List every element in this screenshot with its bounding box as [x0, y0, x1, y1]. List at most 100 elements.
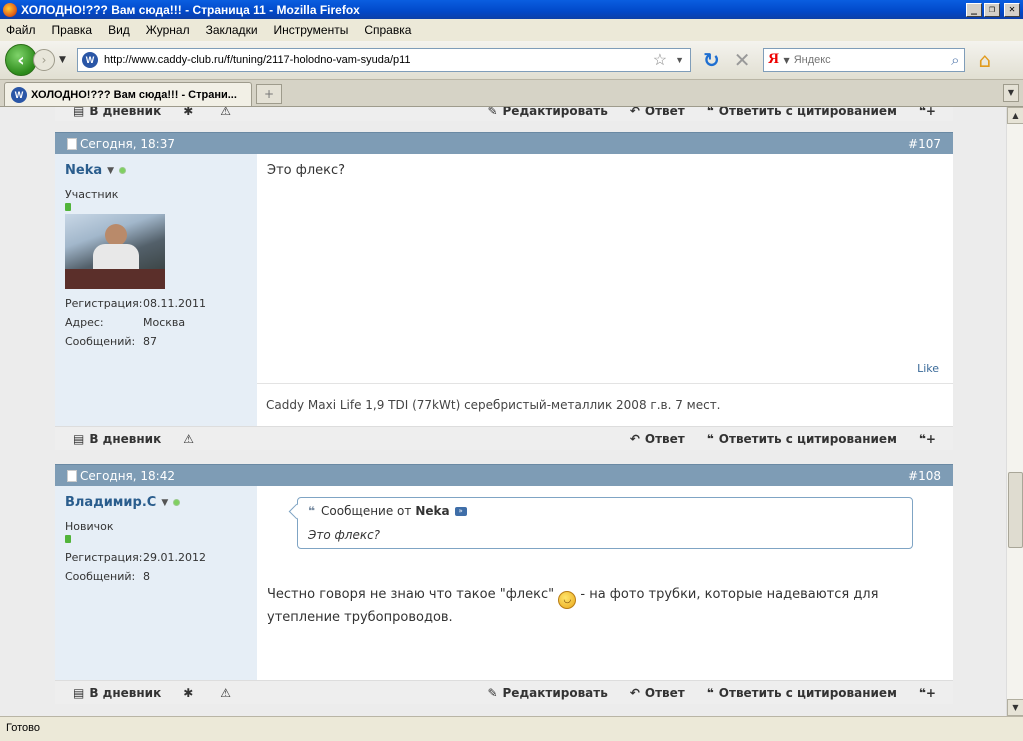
- star-button[interactable]: ✱: [183, 686, 198, 700]
- post-body: Neka ▼ Участник Регистрация: 08.11.2011 …: [55, 154, 953, 426]
- pencil-icon: ✎: [487, 685, 498, 700]
- history-dropdown-icon[interactable]: ▼: [59, 55, 71, 65]
- menu-file[interactable]: Файл: [6, 23, 36, 37]
- reload-icon[interactable]: ↻: [703, 48, 720, 72]
- messages-count: 87: [143, 335, 157, 348]
- tab-bar: W ХОЛОДНО!??? Вам сюда!!! - Страни... + …: [0, 80, 1023, 107]
- status-text: Готово: [6, 722, 40, 734]
- quote-reply-button[interactable]: ❝ Ответить с цитированием: [707, 686, 897, 700]
- messages-label: Сообщений:: [65, 570, 136, 583]
- home-icon[interactable]: ⌂: [979, 48, 992, 72]
- smiley-icon: ◡: [558, 591, 577, 609]
- post-number-link[interactable]: #108: [908, 469, 941, 483]
- username-link[interactable]: Владимир.С ▼: [65, 495, 247, 510]
- edit-button[interactable]: ✎ Редактировать: [487, 107, 607, 118]
- post-content-column: Это флекс? Like Caddy Maxi Life 1,9 TDI …: [257, 154, 953, 426]
- edit-button[interactable]: ✎ Редактировать: [487, 686, 607, 700]
- page-viewport: ▤ В дневник ✱ ⚠ ✎ Редактировать ↶ Ответ ❝ От…: [0, 107, 1006, 716]
- address-row: Адрес: Москва: [65, 316, 247, 329]
- reply-button[interactable]: ↶ Ответ: [630, 432, 685, 446]
- user-title: Новичок: [65, 520, 114, 533]
- like-link[interactable]: Like: [917, 362, 939, 375]
- search-engine-dropdown-icon[interactable]: ▼: [784, 56, 790, 65]
- quote-reply-button[interactable]: ❝ Ответить с цитированием: [707, 432, 897, 446]
- search-input[interactable]: [793, 54, 952, 66]
- report-button[interactable]: ⚠: [183, 432, 199, 446]
- quote-bubble-icon: ❝: [706, 431, 714, 446]
- star-button[interactable]: ✱: [183, 107, 198, 118]
- menu-history[interactable]: Журнал: [146, 23, 190, 37]
- post-date: Сегодня, 18:37: [80, 136, 175, 151]
- quote-box: ❝ Сообщение от Neka » Это флекс?: [297, 497, 913, 549]
- post-text-part1: Честно говоря не знаю что такое "флекс": [267, 587, 555, 602]
- minimize-button[interactable]: _: [966, 2, 982, 17]
- post-content: Это флекс? Like: [257, 154, 953, 383]
- menu-edit[interactable]: Правка: [52, 23, 93, 37]
- quote-reply-button[interactable]: ❝ Ответить с цитированием: [707, 107, 897, 118]
- user-menu-dropdown-icon[interactable]: ▼: [161, 498, 168, 508]
- report-button[interactable]: ⚠: [220, 686, 236, 700]
- restore-button[interactable]: ❐: [984, 2, 1000, 17]
- reputation-icon: [65, 203, 71, 211]
- scroll-down-icon[interactable]: ▼: [1007, 699, 1023, 716]
- registration-label: Регистрация:: [65, 551, 143, 564]
- reply-button[interactable]: ↶ Ответ: [630, 686, 685, 700]
- menu-view[interactable]: Вид: [108, 23, 130, 37]
- username-link[interactable]: Neka ▼: [65, 163, 247, 178]
- post-doc-icon: [67, 469, 77, 482]
- diary-icon: ▤: [73, 685, 85, 700]
- quote-bubble-icon: ❝: [706, 685, 714, 700]
- post-doc-icon: [67, 137, 77, 150]
- menu-help[interactable]: Справка: [364, 23, 411, 37]
- url-bar[interactable]: W http://www.caddy-club.ru/f/tuning/2117…: [77, 48, 691, 72]
- reply-button[interactable]: ↶ Ответ: [630, 107, 685, 118]
- registration-date: 08.11.2011: [143, 297, 206, 310]
- tab-list-dropdown-icon[interactable]: ▼: [1003, 84, 1019, 102]
- bookmark-star-icon[interactable]: ☆: [653, 50, 667, 70]
- forward-button[interactable]: ›: [33, 49, 55, 71]
- post-date: Сегодня, 18:42: [80, 468, 175, 483]
- window-title-bar: ХОЛОДНО!??? Вам сюда!!! - Страница 11 - …: [0, 0, 1023, 19]
- menu-bookmarks[interactable]: Закладки: [206, 23, 258, 37]
- vertical-scrollbar[interactable]: ▲ ▼: [1006, 107, 1023, 716]
- post-header: Сегодня, 18:42 #108: [55, 464, 953, 486]
- post-signature: Caddy Maxi Life 1,9 TDI (77kWt) серебрис…: [257, 383, 953, 426]
- post-content: ❝ Сообщение от Neka » Это флекс? Честно …: [257, 486, 953, 680]
- warning-icon: ⚠: [220, 685, 232, 700]
- new-tab-button[interactable]: +: [256, 84, 282, 104]
- reply-arrow-icon: ↶: [629, 685, 640, 700]
- url-dropdown-icon[interactable]: ▼: [675, 55, 684, 65]
- multiquote-button[interactable]: ❝+: [919, 686, 941, 700]
- diary-button[interactable]: ▤ В дневник: [73, 686, 161, 700]
- yandex-icon[interactable]: Я: [764, 51, 784, 69]
- diary-icon: ▤: [73, 107, 85, 118]
- scroll-thumb[interactable]: [1008, 472, 1023, 548]
- reply-arrow-icon: ↶: [629, 431, 640, 446]
- tab-active[interactable]: W ХОЛОДНО!??? Вам сюда!!! - Страни...: [4, 82, 252, 106]
- username-text: Владимир.С: [65, 495, 157, 510]
- scroll-up-icon[interactable]: ▲: [1007, 107, 1023, 124]
- user-avatar[interactable]: [65, 214, 165, 289]
- post-number-link[interactable]: #107: [908, 137, 941, 151]
- diary-button[interactable]: ▤ В дневник: [73, 107, 161, 118]
- search-magnifier-icon[interactable]: ⌕: [951, 51, 959, 69]
- quote-author: Neka: [415, 504, 450, 518]
- stop-icon[interactable]: ✕: [734, 48, 751, 72]
- multiquote-button[interactable]: ❝+: [919, 107, 941, 118]
- view-post-icon[interactable]: »: [454, 506, 467, 516]
- user-menu-dropdown-icon[interactable]: ▼: [107, 166, 114, 176]
- quote-text: Это флекс?: [308, 528, 381, 542]
- url-text[interactable]: http://www.caddy-club.ru/f/tuning/2117-h…: [104, 54, 653, 66]
- multiquote-icon: ❝+: [918, 107, 936, 118]
- registration-row: Регистрация: 29.01.2012: [65, 551, 247, 564]
- search-bar[interactable]: Я ▼ ⌕: [762, 48, 965, 72]
- post-107: Сегодня, 18:37 #107 Neka ▼ Участник Реги…: [55, 132, 953, 450]
- post-header: Сегодня, 18:37 #107: [55, 132, 953, 154]
- username-text: Neka: [65, 163, 103, 178]
- multiquote-button[interactable]: ❝+: [919, 432, 941, 446]
- diary-button[interactable]: ▤ В дневник: [73, 432, 161, 446]
- firefox-icon: [3, 2, 17, 17]
- menu-tools[interactable]: Инструменты: [274, 23, 349, 37]
- report-button[interactable]: ⚠: [220, 107, 236, 118]
- close-button[interactable]: ✕: [1004, 2, 1020, 17]
